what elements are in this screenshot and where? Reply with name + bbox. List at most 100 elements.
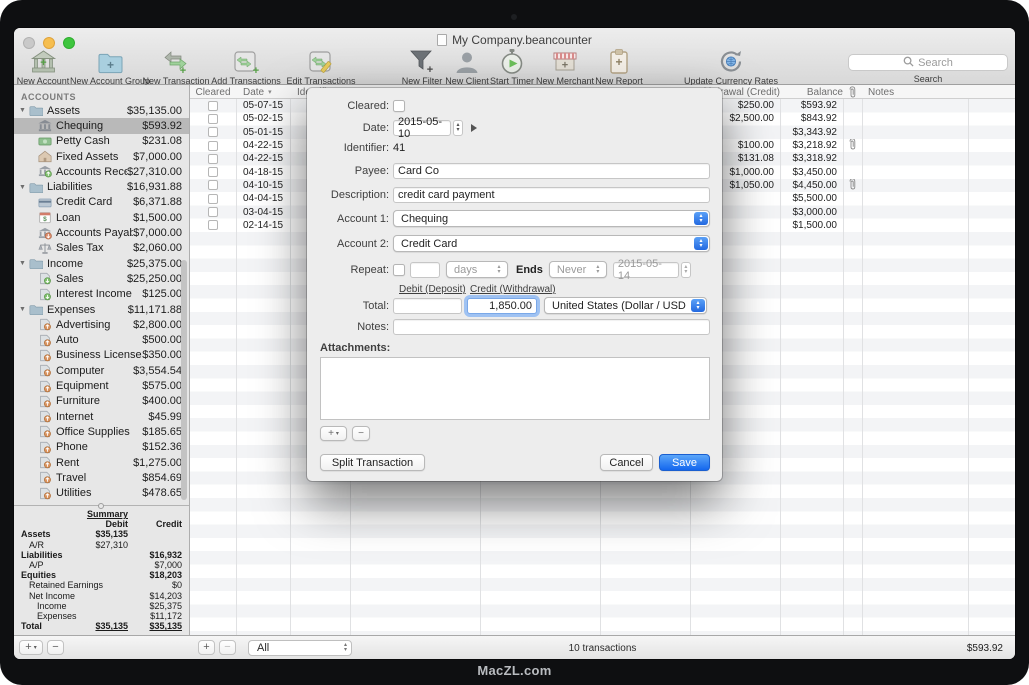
attachment-column-header[interactable] [843,85,862,99]
toolbar-button-update-currency-rates[interactable]: Update Currency Rates [683,48,779,86]
cleared-checkbox[interactable] [208,141,218,151]
date-input[interactable]: 2015-05-10 [393,120,451,136]
watermark: MacZL.com [0,663,1029,678]
summary-panel: SummaryDebitCreditAssets$35,135A/R$27,31… [14,509,190,631]
disclosure-triangle-icon[interactable]: ▼ [19,107,29,114]
sidebar-item-sales[interactable]: Sales$25,250.00 [14,271,190,286]
sidebar-item-internet[interactable]: Internet$45.99 [14,409,190,424]
sidebar-item-sales-tax[interactable]: Sales Tax$2,060.00 [14,241,190,256]
cleared-checkbox[interactable] [208,114,218,124]
save-button[interactable]: Save [659,454,710,471]
add-attachment-button[interactable]: +▾ [320,426,347,441]
currency-refresh-icon [683,48,779,75]
sidebar-scrollbar[interactable] [181,260,187,500]
cash-icon [38,135,52,148]
add-account-button[interactable]: +▾ [19,640,43,655]
sidebar-item-utilities[interactable]: Utilities$478.65 [14,486,190,501]
sidebar-item-interest-income[interactable]: Interest Income$125.00 [14,287,190,302]
sidebar-item-assets[interactable]: ▼Assets$35,135.00 [14,103,190,118]
account-name: Credit Card [56,196,133,208]
column-header-notes[interactable]: Notes [862,85,968,99]
notes-cell [862,152,968,165]
sidebar-item-rent[interactable]: Rent$1,275.00 [14,455,190,470]
sidebar-item-accounts-payable[interactable]: Accounts Payable$7,000.00 [14,225,190,240]
cleared-checkbox[interactable] [208,154,218,164]
notes-input[interactable] [393,319,710,335]
disclosure-triangle-icon[interactable]: ▼ [19,260,29,267]
attachments-box[interactable] [320,357,710,420]
column-header-balance[interactable]: Balance [780,85,843,99]
sidebar-item-loan[interactable]: $Loan$1,500.00 [14,210,190,225]
cleared-checkbox[interactable] [208,194,218,204]
sidebar-item-business-licenses[interactable]: Business Licenses/...$350.00 [14,348,190,363]
repeat-checkbox[interactable] [393,264,405,276]
sidebar-item-office-supplies[interactable]: Office Supplies$185.65 [14,424,190,439]
sidebar-item-income[interactable]: ▼Income$25,375.00 [14,256,190,271]
repeat-count-input[interactable] [410,262,440,278]
account1-select[interactable]: Chequing▴▾ [393,210,710,227]
column-header-cleared[interactable]: Cleared [190,85,236,99]
account-name: Phone [56,441,142,453]
sidebar-item-travel[interactable]: Travel$854.69 [14,470,190,485]
sidebar-item-accounts-receiv[interactable]: Accounts Receiv...$27,310.00 [14,164,190,179]
sidebar-splitter[interactable] [14,505,190,506]
payee-input[interactable]: Card Co [393,163,710,179]
account-balance: $25,250.00 [127,273,182,285]
disclosure-triangle-icon[interactable]: ▼ [19,184,29,191]
currency-select[interactable]: United States (Dollar / USD)▴▾ [544,297,707,314]
sidebar-item-expenses[interactable]: ▼Expenses$11,171.88 [14,302,190,317]
description-row: Description: credit card payment [307,187,722,203]
credit-amount-input[interactable]: 1,850.00 [467,298,537,314]
search-input[interactable]: Search [848,54,1008,71]
cleared-checkbox[interactable] [208,220,218,230]
cleared-checkbox[interactable] [208,207,218,217]
cleared-label: Cleared: [307,100,389,112]
ends-date-stepper[interactable]: ▴▾ [681,262,691,278]
date-cell: 05-07-15 [236,99,290,112]
sidebar-item-fixed-assets[interactable]: Fixed Assets$7,000.00 [14,149,190,164]
account-name: Travel [56,472,142,484]
description-input[interactable]: credit card payment [393,187,710,203]
repeat-row: Repeat: days▴▾ Ends Never▴▾ 2015-05-14 ▴… [307,261,722,278]
cleared-checkbox[interactable] [208,180,218,190]
split-transaction-button[interactable]: Split Transaction [320,454,425,471]
sidebar-item-advertising[interactable]: Advertising$2,800.00 [14,317,190,332]
toolbar-button-new-report[interactable]: +New Report [571,48,667,86]
cleared-cell [190,166,236,179]
remove-attachment-button[interactable]: − [352,426,370,441]
account-balance: $7,000.00 [133,227,182,239]
sidebar-item-computer[interactable]: Computer$3,554.54 [14,363,190,378]
sidebar-item-chequing[interactable]: Chequing$593.92 [14,118,190,133]
toolbar-button-edit-transactions[interactable]: Edit Transactions [273,48,369,86]
sidebar-item-equipment[interactable]: Equipment$575.00 [14,378,190,393]
sidebar-item-credit-card[interactable]: Credit Card$6,371.88 [14,195,190,210]
ends-date-input[interactable]: 2015-05-14 [613,262,679,278]
folder-icon [29,181,43,194]
date-picker-arrow-icon[interactable] [471,124,477,132]
cleared-checkbox[interactable] [393,100,405,112]
sidebar-item-auto[interactable]: Auto$500.00 [14,333,190,348]
account-balance: $7,000.00 [133,151,182,163]
cleared-checkbox[interactable] [208,127,218,137]
repeat-unit-select[interactable]: days▴▾ [446,261,508,278]
ends-select[interactable]: Never▴▾ [549,261,607,278]
report-plus-icon: + [571,48,667,75]
account-balance: $500.00 [142,334,182,346]
svg-text:+: + [180,65,186,75]
account2-select[interactable]: Credit Card▴▾ [393,235,710,252]
date-cell: 05-02-15 [236,112,290,125]
column-header-date[interactable]: Date▾ [236,85,290,99]
disclosure-triangle-icon[interactable]: ▼ [19,306,29,313]
sidebar-item-petty-cash[interactable]: Petty Cash$231.08 [14,134,190,149]
cancel-button[interactable]: Cancel [600,454,653,471]
identifier-label: Identifier: [307,142,389,154]
cleared-checkbox[interactable] [208,101,218,111]
date-stepper[interactable]: ▴▾ [453,120,463,136]
cleared-checkbox[interactable] [208,167,218,177]
remove-account-button[interactable]: − [47,640,64,655]
date-row: Date: 2015-05-10 ▴▾ [307,120,722,136]
debit-amount-input[interactable] [393,298,462,314]
sidebar-item-phone[interactable]: Phone$152.36 [14,440,190,455]
sidebar-item-furniture[interactable]: Furniture$400.00 [14,394,190,409]
sidebar-item-liabilities[interactable]: ▼Liabilities$16,931.88 [14,180,190,195]
